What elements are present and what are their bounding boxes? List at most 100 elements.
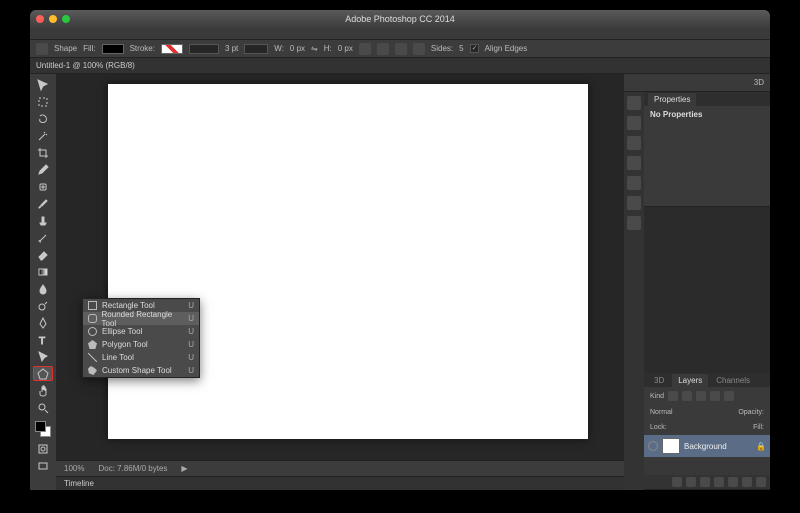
dock-icon[interactable] bbox=[627, 96, 641, 110]
zoom-level[interactable]: 100% bbox=[64, 464, 84, 473]
stroke-style-field[interactable] bbox=[244, 44, 268, 54]
app-window: Adobe Photoshop CC 2014 Shape Fill: Stro… bbox=[30, 10, 770, 490]
crop-tool[interactable] bbox=[33, 145, 53, 160]
stroke-width-field[interactable] bbox=[189, 44, 219, 54]
window-title: Adobe Photoshop CC 2014 bbox=[30, 14, 770, 24]
collapsed-dock bbox=[624, 92, 644, 490]
clone-stamp-tool[interactable] bbox=[33, 213, 53, 228]
dock-icon[interactable] bbox=[627, 216, 641, 230]
layer-row[interactable]: Background 🔒 bbox=[644, 435, 770, 457]
properties-tab[interactable]: Properties bbox=[648, 93, 696, 106]
tab-3d[interactable]: 3D bbox=[648, 374, 670, 387]
flyout-line-tool[interactable]: Line Tool U bbox=[83, 351, 199, 364]
align-icon[interactable] bbox=[377, 43, 389, 55]
adjustment-layer-icon[interactable] bbox=[714, 477, 724, 487]
visibility-toggle-icon[interactable] bbox=[648, 441, 658, 451]
mode-label[interactable]: Shape bbox=[54, 44, 77, 53]
magic-wand-tool[interactable] bbox=[33, 128, 53, 143]
filter-icon[interactable] bbox=[710, 391, 720, 401]
gear-icon[interactable] bbox=[413, 43, 425, 55]
move-tool[interactable] bbox=[33, 77, 53, 92]
pen-tool[interactable] bbox=[33, 315, 53, 330]
lasso-tool[interactable] bbox=[33, 111, 53, 126]
shape-preset-icon[interactable] bbox=[36, 43, 48, 55]
fill-swatch[interactable] bbox=[102, 44, 124, 54]
layers-panel-footer bbox=[644, 475, 770, 489]
flyout-custom-shape-tool[interactable]: Custom Shape Tool U bbox=[83, 364, 199, 377]
shape-tool-flyout: Rectangle Tool U Rounded Rectangle Tool … bbox=[82, 298, 200, 378]
eraser-tool[interactable] bbox=[33, 247, 53, 262]
filter-icon[interactable] bbox=[724, 391, 734, 401]
shape-tool[interactable] bbox=[33, 366, 53, 381]
layer-name[interactable]: Background bbox=[684, 442, 727, 451]
trash-icon[interactable] bbox=[756, 477, 766, 487]
dock-icon[interactable] bbox=[627, 176, 641, 190]
doc-info[interactable]: Doc: 7.86M/0 bytes bbox=[98, 464, 167, 473]
h-value[interactable]: 0 px bbox=[338, 44, 353, 53]
link-layers-icon[interactable] bbox=[672, 477, 682, 487]
flyout-rounded-rectangle-tool[interactable]: Rounded Rectangle Tool U bbox=[83, 312, 199, 325]
sides-value[interactable]: 5 bbox=[459, 44, 463, 53]
rounded-rectangle-icon bbox=[88, 314, 97, 323]
line-icon bbox=[88, 353, 97, 362]
canvas-viewport[interactable]: Rectangle Tool U Rounded Rectangle Tool … bbox=[56, 74, 624, 460]
dodge-tool[interactable] bbox=[33, 298, 53, 313]
w-value[interactable]: 0 px bbox=[290, 44, 305, 53]
layer-filter-kind-label[interactable]: Kind bbox=[650, 393, 664, 400]
tab-channels[interactable]: Channels bbox=[710, 374, 756, 387]
document-tab[interactable]: Untitled-1 @ 100% (RGB/8) bbox=[36, 61, 135, 70]
timeline-panel[interactable]: Timeline bbox=[56, 476, 624, 490]
dock-icon[interactable] bbox=[627, 116, 641, 130]
align-edges-checkbox[interactable] bbox=[470, 44, 479, 53]
layer-thumbnail[interactable] bbox=[662, 438, 680, 454]
tab-layers[interactable]: Layers bbox=[672, 374, 708, 387]
arrange-icon[interactable] bbox=[395, 43, 407, 55]
canvas[interactable] bbox=[108, 84, 588, 439]
dock-icon[interactable] bbox=[627, 156, 641, 170]
zoom-tool[interactable] bbox=[33, 400, 53, 415]
filter-icon[interactable] bbox=[668, 391, 678, 401]
eyedropper-tool[interactable] bbox=[33, 162, 53, 177]
path-selection-tool[interactable] bbox=[33, 349, 53, 364]
group-icon[interactable] bbox=[728, 477, 738, 487]
brush-tool[interactable] bbox=[33, 196, 53, 211]
filter-icon[interactable] bbox=[682, 391, 692, 401]
gradient-tool[interactable] bbox=[33, 264, 53, 279]
type-tool[interactable]: T bbox=[33, 332, 53, 347]
layer-mask-icon[interactable] bbox=[700, 477, 710, 487]
titlebar: Adobe Photoshop CC 2014 bbox=[30, 10, 770, 28]
properties-panel: Properties No Properties bbox=[644, 92, 770, 207]
rectangular-marquee-tool[interactable] bbox=[33, 94, 53, 109]
foreground-color-swatch[interactable] bbox=[35, 421, 46, 432]
stroke-width-value: 3 pt bbox=[225, 44, 238, 53]
dock-icon[interactable] bbox=[627, 196, 641, 210]
lock-icon[interactable]: 🔒 bbox=[756, 442, 766, 451]
path-ops-icon[interactable] bbox=[359, 43, 371, 55]
screen-mode-toggle[interactable] bbox=[33, 458, 53, 473]
dock-icon[interactable] bbox=[627, 136, 641, 150]
layers-panel: 3D Layers Channels Kind bbox=[644, 373, 770, 490]
flyout-polygon-tool[interactable]: Polygon Tool U bbox=[83, 338, 199, 351]
flyout-item-shortcut: U bbox=[188, 340, 194, 349]
options-bar: Shape Fill: Stroke: 3 pt W: 0 px ⇋ H: 0 … bbox=[30, 40, 770, 58]
filter-icon[interactable] bbox=[696, 391, 706, 401]
workspace-switcher[interactable]: 3D bbox=[624, 74, 770, 92]
blur-tool[interactable] bbox=[33, 281, 53, 296]
menubar[interactable] bbox=[30, 28, 770, 40]
status-arrow-icon[interactable]: ▶ bbox=[181, 464, 187, 473]
foreground-background-colors[interactable] bbox=[33, 419, 53, 439]
stroke-swatch[interactable] bbox=[161, 44, 183, 54]
healing-brush-tool[interactable] bbox=[33, 179, 53, 194]
quick-mask-toggle[interactable] bbox=[33, 441, 53, 456]
workspace-tab[interactable]: 3D bbox=[754, 78, 764, 87]
w-label: W: bbox=[274, 44, 284, 53]
opacity-label[interactable]: Opacity: bbox=[738, 409, 764, 416]
history-brush-tool[interactable] bbox=[33, 230, 53, 245]
fill-opacity-label[interactable]: Fill: bbox=[753, 424, 764, 431]
link-wh-icon[interactable]: ⇋ bbox=[311, 44, 318, 53]
hand-tool[interactable] bbox=[33, 383, 53, 398]
timeline-label: Timeline bbox=[64, 479, 94, 488]
layer-style-icon[interactable] bbox=[686, 477, 696, 487]
new-layer-icon[interactable] bbox=[742, 477, 752, 487]
blend-mode-select[interactable]: Normal bbox=[650, 409, 673, 416]
